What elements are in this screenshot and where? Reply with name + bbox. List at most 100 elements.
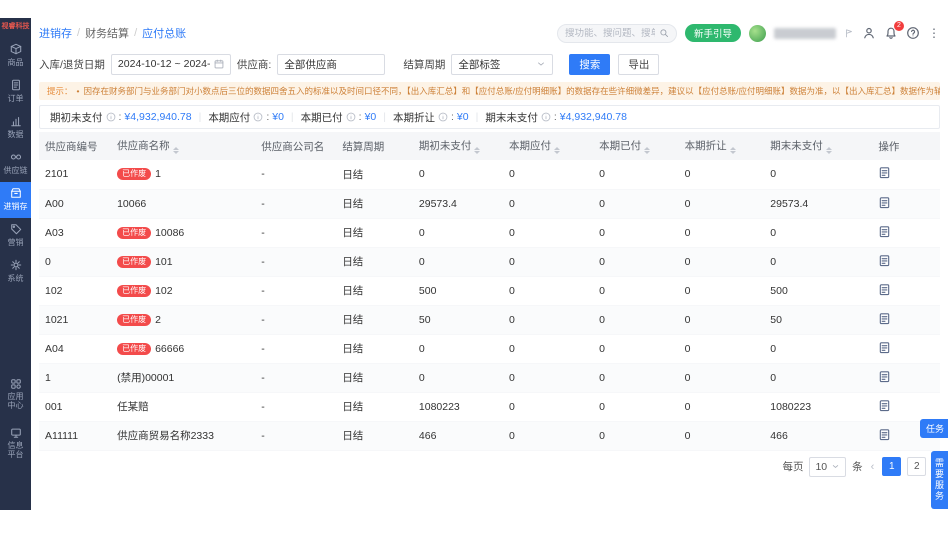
supplier-company-cell: - xyxy=(255,363,337,393)
summary-item: 本期已付: ¥0 xyxy=(301,110,377,125)
row-detail-button[interactable] xyxy=(878,370,891,383)
summary-item: 本期折让: ¥0 xyxy=(393,110,469,125)
sidebar-item-supply[interactable]: 供应链 xyxy=(0,146,31,182)
column-header[interactable]: 期初未支付 xyxy=(412,132,503,160)
row-detail-button[interactable] xyxy=(878,428,891,441)
search-button[interactable]: 搜索 xyxy=(569,53,611,75)
sidebar-item-goods[interactable]: 商品 xyxy=(0,38,31,74)
global-search[interactable] xyxy=(556,23,677,43)
date-range-value[interactable] xyxy=(117,58,210,70)
cycle-cell: 日结 xyxy=(336,305,413,335)
column-header: 操作 xyxy=(872,132,940,160)
supplier-company-cell: - xyxy=(255,276,337,306)
sort-icon[interactable] xyxy=(644,146,651,155)
supplier-filter-value[interactable] xyxy=(284,58,379,70)
doc-detail-icon xyxy=(878,399,891,412)
row-detail-button[interactable] xyxy=(878,399,891,412)
sidebar-item-system[interactable]: 系统 xyxy=(0,254,31,290)
supplier-code-cell: 102 xyxy=(39,276,112,306)
info-icon[interactable] xyxy=(541,112,551,122)
sidebar-item-info-platform[interactable]: 信息平台 xyxy=(0,427,31,460)
main-area: 进销存 / 财务结算 / 应付总账 新手引导 2 xyxy=(31,18,948,510)
column-header[interactable]: 本期折让 xyxy=(678,132,765,160)
avatar[interactable] xyxy=(749,24,766,42)
row-detail-button[interactable] xyxy=(878,254,891,267)
sidebar-item-orders[interactable]: 订单 xyxy=(0,74,31,110)
guide-button[interactable]: 新手引导 xyxy=(684,24,741,42)
sidebar-item-data[interactable]: 数据 xyxy=(0,110,31,146)
column-header: 供应商编号 xyxy=(39,132,112,160)
page-button-2[interactable]: 2 xyxy=(907,457,927,476)
summary-label: 本期已付 xyxy=(300,111,343,124)
voided-badge: 已作废 xyxy=(117,255,152,268)
summary-value: ¥4,932,940.78 xyxy=(559,111,627,123)
info-icon[interactable] xyxy=(253,112,263,122)
column-header[interactable]: 本期应付 xyxy=(502,132,594,160)
breadcrumb-section[interactable]: 财务结算 xyxy=(85,25,129,41)
page-button-1[interactable]: 1 xyxy=(882,457,902,476)
column-header[interactable]: 供应商名称 xyxy=(111,132,256,160)
breadcrumb: 进销存 / 财务结算 / 应付总账 xyxy=(39,25,186,41)
column-header[interactable]: 本期已付 xyxy=(593,132,679,160)
global-search-input[interactable] xyxy=(564,27,655,39)
sidebar-item-label: 商品 xyxy=(7,58,24,68)
table-row: 102 已作废 102- 日结 500 0 0 0 500 xyxy=(39,276,940,306)
breadcrumb-separator: / xyxy=(77,27,81,39)
cycle-select[interactable]: 全部标签 xyxy=(451,53,554,75)
service-float-button[interactable]: 需要服务 xyxy=(931,451,948,509)
notification-bell-icon[interactable]: 2 xyxy=(884,21,904,40)
supplier-filter-input[interactable] xyxy=(277,53,386,75)
row-detail-button[interactable] xyxy=(878,283,891,296)
vip-flag-icon xyxy=(844,28,854,38)
doc-detail-icon xyxy=(878,225,891,238)
supplier-code-cell: 1021 xyxy=(39,305,112,335)
pagination: 每页10条‹12› xyxy=(39,456,940,477)
sort-icon[interactable] xyxy=(474,146,481,155)
task-float-button[interactable]: 任务 xyxy=(919,419,948,438)
page: 视睿科技 商品 订单 数据 供应链 进销存 营销 系统 应用中心 信息平台 进销存 / 财务结… xyxy=(0,0,948,547)
row-detail-button[interactable] xyxy=(878,196,891,209)
chevron-down-icon xyxy=(536,59,546,69)
doc-detail-icon xyxy=(878,341,891,354)
user-name-redacted xyxy=(774,27,836,39)
opening-unpaid-cell: 500 xyxy=(412,276,503,306)
row-detail-button[interactable] xyxy=(878,166,891,179)
sort-icon[interactable] xyxy=(825,146,832,155)
sort-icon[interactable] xyxy=(553,146,560,155)
current-discount-cell: 0 xyxy=(678,363,765,393)
closing-unpaid-cell: 1080223 xyxy=(764,392,873,422)
info-icon[interactable] xyxy=(346,112,356,122)
current-payable-cell: 0 xyxy=(502,218,594,248)
current-paid-cell: 0 xyxy=(593,218,679,248)
supplier-code-cell: 2101 xyxy=(39,160,112,190)
supplier-name-cell: 已作废 2 xyxy=(111,305,256,335)
info-icon[interactable] xyxy=(106,112,116,122)
current-paid-cell: 0 xyxy=(593,363,679,393)
cycle-select-value: 全部标签 xyxy=(458,58,501,71)
help-icon[interactable] xyxy=(906,26,920,40)
current-discount-cell: 0 xyxy=(678,334,765,364)
contact-icon[interactable] xyxy=(862,26,876,40)
column-header[interactable]: 期末未支付 xyxy=(764,132,873,160)
sidebar-item-app-center[interactable]: 应用中心 xyxy=(0,378,31,411)
breadcrumb-module[interactable]: 进销存 xyxy=(39,25,72,41)
more-icon[interactable]: ⋮ xyxy=(928,27,940,39)
breadcrumb-separator: / xyxy=(134,27,138,39)
cycle-cell: 日结 xyxy=(336,247,413,277)
sidebar-item-inventory[interactable]: 进销存 xyxy=(0,181,31,218)
sort-icon[interactable] xyxy=(729,146,736,155)
row-detail-button[interactable] xyxy=(878,341,891,354)
info-icon[interactable] xyxy=(438,112,448,122)
date-filter-label: 入库/退货日期 xyxy=(39,58,105,71)
breadcrumb-page[interactable]: 应付总账 xyxy=(142,25,186,41)
row-detail-button[interactable] xyxy=(878,312,891,325)
sort-icon[interactable] xyxy=(172,146,179,155)
search-icon xyxy=(659,28,669,38)
current-discount-cell: 0 xyxy=(678,392,765,422)
sidebar-item-marketing[interactable]: 营销 xyxy=(0,218,31,254)
prev-page-button[interactable]: ‹ xyxy=(869,461,877,473)
row-detail-button[interactable] xyxy=(878,225,891,238)
date-range-input[interactable] xyxy=(110,53,231,75)
export-button[interactable]: 导出 xyxy=(618,53,660,75)
per-page-select[interactable]: 10 xyxy=(809,456,847,477)
